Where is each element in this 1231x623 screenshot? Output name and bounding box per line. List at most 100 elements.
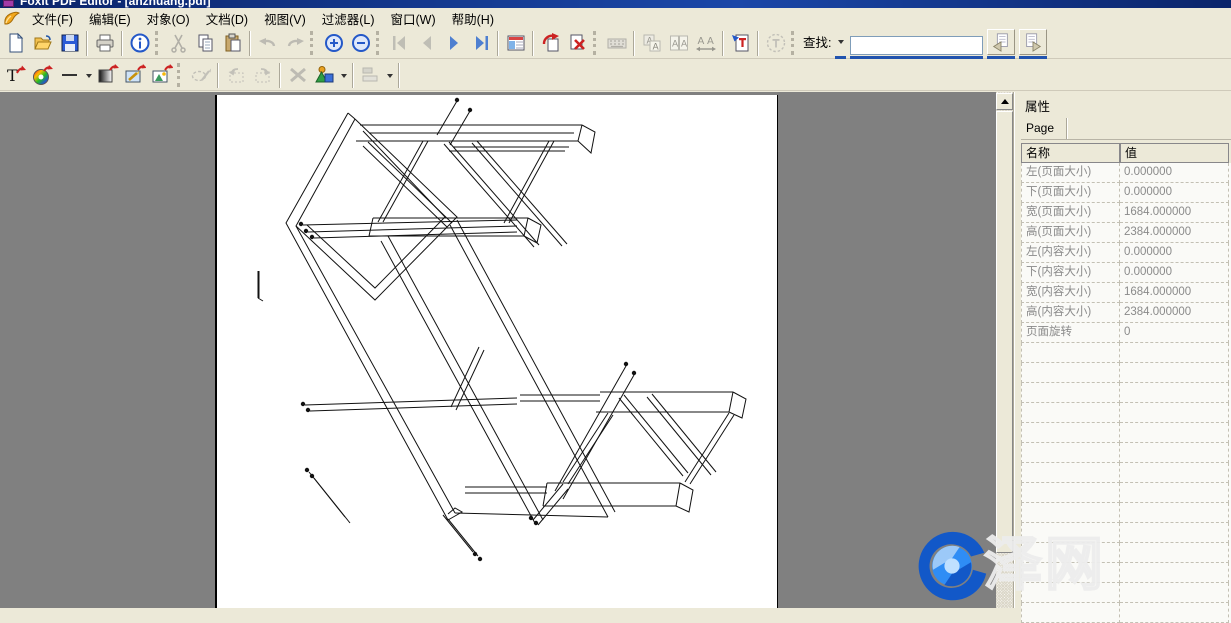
table-row[interactable]: 宽(内容大小)1684.000000 — [1021, 283, 1231, 303]
keyboard-icon — [606, 32, 628, 54]
table-row-empty[interactable] — [1021, 363, 1231, 383]
zoom-out-button[interactable] — [347, 30, 374, 56]
page-layout-button[interactable] — [502, 30, 529, 56]
condense-font-button[interactable]: AA — [665, 30, 692, 56]
line-style-dropdown[interactable] — [83, 62, 94, 88]
table-row-empty[interactable] — [1021, 503, 1231, 523]
first-page-button[interactable] — [386, 30, 413, 56]
find-input[interactable] — [850, 36, 983, 55]
column-header-value[interactable]: 值 — [1120, 143, 1229, 163]
find-group: 查找: — [801, 28, 1051, 59]
table-row[interactable]: 宽(页面大小)1684.000000 — [1021, 203, 1231, 223]
table-row-empty[interactable] — [1021, 403, 1231, 423]
menu-object[interactable]: 对象(O) — [139, 7, 198, 30]
table-row-empty[interactable] — [1021, 423, 1231, 443]
svg-text:A: A — [707, 36, 714, 47]
touchup-object-button[interactable] — [187, 62, 214, 88]
table-row-empty[interactable] — [1021, 483, 1231, 503]
table-row[interactable]: 下(页面大小)0.000000 — [1021, 183, 1231, 203]
table-row[interactable]: 左(内容大小)0.000000 — [1021, 243, 1231, 263]
table-row-empty[interactable] — [1021, 543, 1231, 563]
menu-window[interactable]: 窗口(W) — [383, 7, 444, 30]
table-row[interactable]: 下(内容大小)0.000000 — [1021, 263, 1231, 283]
find-prev-button[interactable] — [987, 29, 1015, 55]
chevron-down-icon — [86, 74, 92, 81]
panel-title: 属性 — [1021, 92, 1231, 118]
table-row-empty[interactable] — [1021, 463, 1231, 483]
text-circle-tool-button[interactable] — [762, 30, 789, 56]
table-row-empty[interactable] — [1021, 563, 1231, 583]
table-row-empty[interactable] — [1021, 523, 1231, 543]
table-row-empty[interactable] — [1021, 343, 1231, 363]
align-tool-button[interactable] — [357, 62, 384, 88]
table-row[interactable]: 左(页面大小)0.000000 — [1021, 163, 1231, 183]
zoom-in-button[interactable] — [320, 30, 347, 56]
replace-font-button[interactable]: AA — [638, 30, 665, 56]
document-info-button[interactable] — [126, 30, 153, 56]
widen-font-icon: AA — [695, 32, 717, 54]
delete-object-button[interactable] — [284, 62, 311, 88]
fill-gradient-button[interactable] — [94, 62, 121, 88]
table-row[interactable]: 高(内容大小)2384.000000 — [1021, 303, 1231, 323]
next-page-button[interactable] — [440, 30, 467, 56]
properties-panel: 属性 Page 名称 值 左(页面大小)0.000000 下(页面大小)0.00… — [1021, 92, 1231, 608]
open-file-button[interactable] — [29, 30, 56, 56]
table-row-empty[interactable] — [1021, 583, 1231, 603]
table-row-empty[interactable] — [1021, 603, 1231, 623]
chevron-down-icon — [341, 74, 347, 81]
replace-image-button[interactable] — [148, 62, 175, 88]
color-picker-button[interactable] — [29, 62, 56, 88]
document-canvas[interactable] — [0, 92, 996, 608]
cut-button[interactable] — [165, 30, 192, 56]
menu-help[interactable]: 帮助(H) — [444, 7, 502, 30]
edit-text-tool-button[interactable] — [727, 30, 754, 56]
align-tool-dropdown[interactable] — [384, 62, 395, 88]
keyboard-button[interactable] — [603, 30, 630, 56]
shapes-tool-dropdown[interactable] — [338, 62, 349, 88]
pdf-page[interactable] — [215, 95, 778, 608]
find-options-dropdown[interactable] — [835, 29, 846, 55]
prev-page-button[interactable] — [413, 30, 440, 56]
rotate-object-left-button[interactable] — [222, 62, 249, 88]
shapes-tool-button[interactable] — [311, 62, 338, 88]
next-page-icon — [443, 32, 465, 54]
delete-page-button[interactable] — [564, 30, 591, 56]
assembly-line-drawing — [217, 95, 777, 608]
menu-edit[interactable]: 编辑(E) — [81, 7, 139, 30]
table-row-empty[interactable] — [1021, 443, 1231, 463]
copy-button[interactable] — [192, 30, 219, 56]
paste-button[interactable] — [219, 30, 246, 56]
tab-page[interactable]: Page — [1021, 118, 1067, 139]
last-page-button[interactable] — [467, 30, 494, 56]
undo-button[interactable] — [254, 30, 281, 56]
rotate-page-button[interactable] — [537, 30, 564, 56]
table-row[interactable]: 页面旋转0 — [1021, 323, 1231, 343]
redo-icon — [284, 32, 306, 54]
menu-document[interactable]: 文档(D) — [198, 7, 256, 30]
new-document-button[interactable] — [2, 30, 29, 56]
edit-image-button[interactable] — [121, 62, 148, 88]
scrollbar-thumb[interactable] — [996, 111, 1013, 553]
find-prev-icon — [991, 32, 1011, 52]
new-document-icon — [5, 32, 27, 54]
widen-font-button[interactable]: AA — [692, 30, 719, 56]
column-header-name[interactable]: 名称 — [1021, 143, 1120, 163]
line-style-button[interactable] — [56, 62, 83, 88]
table-row-empty[interactable] — [1021, 383, 1231, 403]
add-text-button[interactable]: T — [2, 62, 29, 88]
menu-filter[interactable]: 过滤器(L) — [314, 7, 383, 30]
svg-text:A: A — [672, 40, 679, 50]
table-row[interactable]: 高(页面大小)2384.000000 — [1021, 223, 1231, 243]
vertical-scrollbar[interactable] — [996, 92, 1013, 608]
menu-file[interactable]: 文件(F) — [24, 7, 81, 30]
save-icon — [59, 32, 81, 54]
rotate-object-right-button[interactable] — [249, 62, 276, 88]
rotate-object-left-icon — [225, 64, 247, 86]
save-button[interactable] — [56, 30, 83, 56]
print-button[interactable] — [91, 30, 118, 56]
panel-tab-strip: Page — [1021, 118, 1231, 140]
scroll-up-button[interactable] — [996, 93, 1013, 110]
redo-button[interactable] — [281, 30, 308, 56]
find-next-button[interactable] — [1019, 29, 1047, 55]
menu-view[interactable]: 视图(V) — [256, 7, 314, 30]
